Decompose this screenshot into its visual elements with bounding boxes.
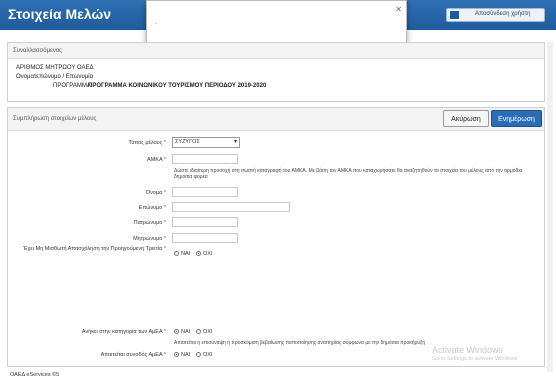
no-text: ΟΧΙ <box>203 329 213 335</box>
radio-selected-icon <box>174 329 179 335</box>
radio-icon <box>196 329 201 335</box>
required-mark: * <box>163 190 166 196</box>
required-mark: * <box>163 140 166 146</box>
no-text: ΟΧΙ <box>203 352 213 358</box>
user-icon <box>450 11 459 19</box>
employment-no-radio[interactable]: ΟΧΙ <box>196 251 212 257</box>
page-scrollbar[interactable] <box>547 42 553 372</box>
applicant-heading: Συναλλασσόμενος <box>8 43 544 59</box>
radio-selected-icon <box>196 251 201 257</box>
radio-icon <box>174 251 179 257</box>
popup-text: . <box>155 19 157 26</box>
cancel-button[interactable]: Ακύρωση <box>443 110 489 127</box>
first-name-input[interactable] <box>172 187 238 197</box>
registry-label: ΑΡΙΘΜΟΣ ΜΗΤΡΩΟΥ ΟΑΕΔ <box>16 65 94 71</box>
member-type-label: Τύπος μέλους * <box>16 140 166 146</box>
user-menu[interactable]: Αποσύνδεση χρήστη <box>446 8 545 22</box>
last-name-input[interactable] <box>172 202 290 212</box>
required-mark: * <box>163 236 166 242</box>
activation-watermark-subtitle: Go to Settings to activate Windows. <box>432 356 519 362</box>
activation-watermark-title: Activate Windows <box>432 345 504 355</box>
father-input[interactable] <box>172 217 238 227</box>
radio-icon <box>196 352 201 358</box>
mother-label: Μητρώνυμο * <box>16 236 166 242</box>
employment-label: Έχει Μη Μισθωτή Απασχόληση την Προηγούμε… <box>16 246 166 252</box>
mother-text: Μητρώνυμο <box>133 236 163 242</box>
required-mark: * <box>163 329 166 335</box>
member-type-select[interactable]: ΣΥΖΥΓΟΣ ▾ <box>172 137 240 148</box>
amea-yes-radio[interactable]: ΝΑΙ <box>174 329 190 335</box>
logout-link[interactable]: Αποσύνδεση χρήστη <box>475 11 530 17</box>
companion-no-radio[interactable]: ΟΧΙ <box>196 352 212 358</box>
amea-label: Ανήκει στην κατηγορία των ΑμΕΑ * <box>16 329 166 335</box>
last-name-text: Επώνυμο <box>138 205 163 211</box>
no-text: ΟΧΙ <box>203 251 213 257</box>
member-type-value: ΣΥΖΥΓΟΣ <box>175 139 200 145</box>
employment-yes-radio[interactable]: ΝΑΙ <box>174 251 190 257</box>
required-mark: * <box>163 246 166 252</box>
amea-no-radio[interactable]: ΟΧΙ <box>196 329 212 335</box>
radio-selected-icon <box>174 352 179 358</box>
amka-input[interactable] <box>172 154 238 164</box>
amka-text: ΑΜΚΑ <box>147 157 163 163</box>
companion-label: Απαιτείται συνοδός ΑμΕΑ * <box>16 352 166 358</box>
update-button[interactable]: Ενημέρωση <box>491 110 542 127</box>
companion-text: Απαιτείται συνοδός ΑμΕΑ <box>100 352 163 358</box>
required-mark: * <box>163 352 166 358</box>
member-type-text: Τύπος μέλους <box>128 140 163 146</box>
amka-label: ΑΜΚΑ * <box>16 157 166 163</box>
member-form-panel: Συμπλήρωση στοιχείων μέλους Ακύρωση Ενημ… <box>7 107 545 367</box>
close-icon[interactable]: ✕ <box>395 5 402 14</box>
last-name-label: Επώνυμο * <box>16 205 166 211</box>
required-mark: * <box>163 157 166 163</box>
program-value: ΠΡΟΓΡΑΜΜΑ ΚΟΙΝΩΝΙΚΟΥ ΤΟΥΡΙΣΜΟΥ ΠΕΡΙΟΔΟΥ … <box>88 83 267 89</box>
father-text: Πατρώνυμο <box>133 220 163 226</box>
father-label: Πατρώνυμο * <box>16 220 166 226</box>
first-name-text: Όνομα <box>145 190 163 196</box>
required-mark: * <box>163 205 166 211</box>
required-mark: * <box>163 220 166 226</box>
applicant-panel: Συναλλασσόμενος ΑΡΙΘΜΟΣ ΜΗΤΡΩΟΥ ΟΑΕΔ Ονο… <box>7 42 545 102</box>
app-title: Στοιχεία Μελών <box>8 6 112 22</box>
companion-yes-radio[interactable]: ΝΑΙ <box>174 352 190 358</box>
chevron-down-icon: ▾ <box>233 139 237 145</box>
yes-text: ΝΑΙ <box>181 352 191 358</box>
footer-text: ΟΑΕΔ eServices ©5 <box>10 372 60 378</box>
employment-text: Έχει Μη Μισθωτή Απασχόληση την Προηγούμε… <box>23 246 163 252</box>
name-label: Ονοματεπώνυμο / Επωνυμία <box>16 74 94 80</box>
yes-text: ΝΑΙ <box>181 329 191 335</box>
amka-help-text: Δώστε ιδιαίτερη προσοχή στη σωστή καταγρ… <box>174 168 523 180</box>
yes-text: ΝΑΙ <box>181 251 191 257</box>
program-label: ΠΡΟΓΡΑΜΜΑ <box>53 83 91 89</box>
first-name-label: Όνομα * <box>16 190 166 196</box>
mother-input[interactable] <box>172 233 238 243</box>
amea-text: Ανήκει στην κατηγορία των ΑμΕΑ <box>81 329 163 335</box>
